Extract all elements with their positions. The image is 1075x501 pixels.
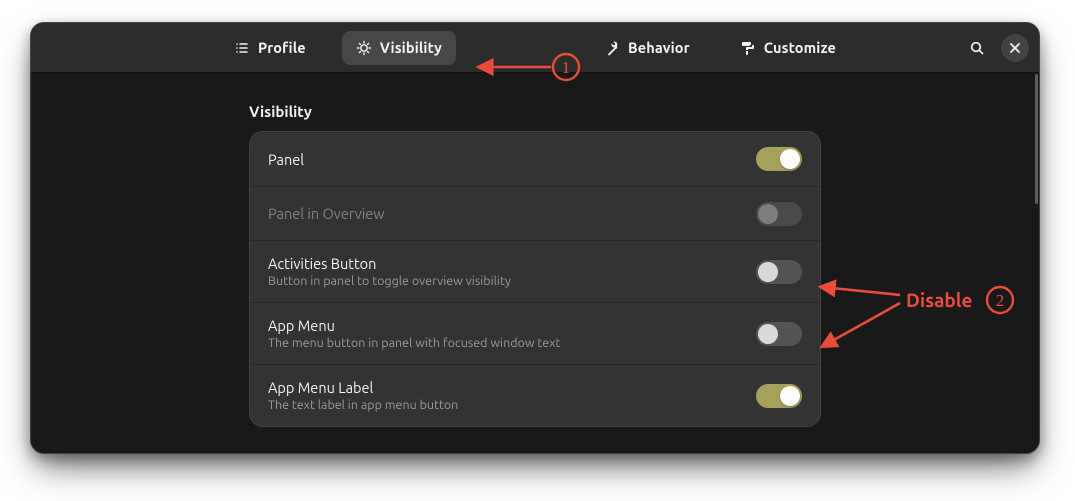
row-subtitle: Button in panel to toggle overview visib… <box>268 274 511 288</box>
tab-label: Profile <box>258 39 306 56</box>
row-app-menu-label: App Menu Label The text label in app men… <box>250 364 820 426</box>
header-bar: Profile Visibility <box>31 23 1039 73</box>
tab-label: Customize <box>764 39 836 56</box>
tab-visibility[interactable]: Visibility <box>342 31 456 65</box>
switch-app-menu-label[interactable] <box>756 384 802 408</box>
view-switcher: Profile Visibility <box>220 31 850 65</box>
content-area: Visibility Panel Panel in Overview <box>31 73 1039 453</box>
header-actions <box>963 23 1029 73</box>
close-button[interactable] <box>1001 34 1029 62</box>
tab-label: Behavior <box>628 39 690 56</box>
switch-panel-in-overview <box>756 202 802 226</box>
list-icon <box>234 40 250 56</box>
row-panel-in-overview: Panel in Overview <box>250 186 820 240</box>
wrench-icon <box>604 40 620 56</box>
tab-profile[interactable]: Profile <box>220 31 320 65</box>
search-button[interactable] <box>963 34 991 62</box>
switch-app-menu[interactable] <box>756 322 802 346</box>
tab-label: Visibility <box>380 39 442 56</box>
preferences-window: Profile Visibility <box>30 22 1040 454</box>
row-title: App Menu <box>268 317 560 334</box>
row-title: App Menu Label <box>268 379 458 396</box>
row-app-menu: App Menu The menu button in panel with f… <box>250 302 820 364</box>
row-title: Activities Button <box>268 255 511 272</box>
switch-panel[interactable] <box>756 147 802 171</box>
tab-customize[interactable]: Customize <box>726 31 850 65</box>
scrollbar-thumb[interactable] <box>1035 74 1038 204</box>
row-subtitle: The menu button in panel with focused wi… <box>268 336 560 350</box>
brightness-icon <box>356 40 372 56</box>
row-title: Panel in Overview <box>268 205 385 222</box>
tab-behavior[interactable]: Behavior <box>590 31 704 65</box>
paint-icon <box>740 40 756 56</box>
section-title: Visibility <box>249 103 312 120</box>
visibility-list: Panel Panel in Overview Activities Butto… <box>249 131 821 427</box>
row-panel: Panel <box>250 132 820 186</box>
row-title: Panel <box>268 151 304 168</box>
row-activities-button: Activities Button Button in panel to tog… <box>250 240 820 302</box>
row-subtitle: The text label in app menu button <box>268 398 458 412</box>
switch-activities-button[interactable] <box>756 260 802 284</box>
